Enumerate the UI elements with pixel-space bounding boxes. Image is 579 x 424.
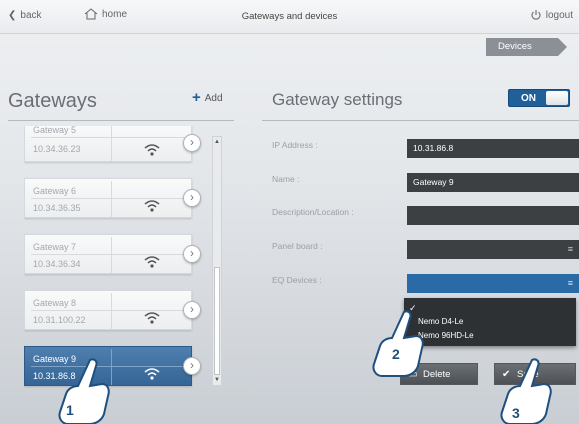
wifi-icon (144, 368, 160, 380)
settings-title: Gateway settings (272, 90, 403, 109)
scroll-thumb[interactable] (214, 267, 220, 375)
divider (262, 120, 579, 121)
gateway-list-item[interactable]: Gateway 8 10.31.100.22 (24, 290, 192, 330)
wifi-icon (144, 312, 160, 324)
plus-icon: + (192, 89, 201, 106)
gateway-ip: 10.34.36.34 (33, 259, 81, 269)
pointing-hand-icon (58, 358, 110, 424)
menu-icon: ≡ (567, 278, 573, 288)
wifi-icon (144, 144, 160, 156)
gateway-list-item[interactable]: Gateway 6 10.34.36.35 (24, 178, 192, 218)
chevron-right-icon[interactable]: › (183, 189, 201, 207)
enable-toggle[interactable]: ON (508, 89, 570, 107)
chevron-right-icon[interactable]: › (183, 245, 201, 263)
pointing-hand-icon (500, 358, 552, 424)
gateway-list-item[interactable]: Gateway 5 10.34.36.23 (24, 126, 192, 162)
gateway-ip: 10.31.100.22 (33, 315, 86, 325)
scroll-up-icon[interactable]: ▲ (214, 139, 220, 145)
logout-label: logout (545, 9, 573, 21)
divider (111, 293, 112, 329)
home-icon (84, 8, 98, 20)
description-label: Description/Location : (272, 207, 354, 217)
divider (111, 126, 112, 161)
eq-devices-select[interactable]: ≡ (407, 274, 579, 293)
chevron-left-icon: ❮ (8, 10, 17, 21)
wifi-icon (144, 256, 160, 268)
toggle-knob (546, 91, 568, 105)
callout-number: 1 (66, 402, 74, 418)
description-input[interactable] (407, 206, 579, 225)
add-gateway-button[interactable]: + Add (192, 89, 223, 106)
callout-number: 3 (512, 405, 520, 421)
gateway-ip: 10.34.36.35 (33, 203, 81, 213)
eq-devices-dropdown[interactable]: ✓ Nemo D4-Le Nemo 96HD-Le (404, 298, 576, 346)
divider (31, 254, 189, 255)
gateway-name: Gateway 5 (33, 126, 77, 135)
divider (31, 137, 189, 138)
wifi-icon (144, 200, 160, 212)
name-label: Name : (272, 174, 300, 184)
gateway-name: Gateway 8 (33, 298, 77, 308)
home-label: home (102, 8, 128, 20)
divider (31, 198, 189, 199)
devices-breadcrumb[interactable]: Devices (486, 38, 567, 56)
scroll-down-icon[interactable]: ▼ (214, 377, 220, 383)
home-button[interactable]: home (84, 8, 127, 20)
screen: ❮ back home Gateways and devices logout … (0, 0, 579, 424)
callout-number: 2 (392, 346, 400, 362)
divider (111, 237, 112, 273)
gateway-list-item[interactable]: Gateway 7 10.34.36.34 (24, 234, 192, 274)
gateways-title: Gateways (8, 90, 97, 112)
devices-label: Devices (498, 41, 532, 52)
chevron-right-icon[interactable]: › (183, 357, 201, 375)
panel-board-label: Panel board : (272, 241, 323, 251)
gateway-ip: 10.34.36.23 (33, 144, 81, 154)
toggle-label: ON (521, 93, 536, 104)
back-label: back (20, 10, 42, 21)
gateway-list[interactable]: Gateway 5 10.34.36.23 › Gateway 6 10.34.… (24, 126, 212, 388)
top-bar: ❮ back home Gateways and devices logout (0, 0, 579, 34)
scrollbar[interactable]: ▲ ▼ (212, 136, 222, 386)
add-label: Add (204, 92, 223, 104)
panel-board-select[interactable]: ≡ (407, 240, 579, 259)
logout-button[interactable]: logout (530, 9, 573, 21)
power-icon (531, 10, 541, 20)
gateway-name: Gateway 6 (33, 186, 77, 196)
ip-address-label: IP Address : (272, 140, 318, 150)
ip-address-input[interactable]: 10.31.86.8 (407, 139, 579, 158)
back-button[interactable]: ❮ back (8, 10, 42, 21)
gateway-name: Gateway 7 (33, 242, 77, 252)
eq-devices-label: EQ Devices : (272, 275, 322, 285)
name-input[interactable]: Gateway 9 (407, 173, 579, 192)
chevron-right-icon[interactable]: › (183, 134, 201, 152)
divider (111, 181, 112, 217)
divider (31, 310, 189, 311)
page-title: Gateways and devices (241, 11, 338, 22)
pointing-hand-icon (372, 310, 424, 377)
divider (8, 120, 234, 121)
menu-icon: ≡ (567, 244, 573, 254)
chevron-right-icon[interactable]: › (183, 301, 201, 319)
